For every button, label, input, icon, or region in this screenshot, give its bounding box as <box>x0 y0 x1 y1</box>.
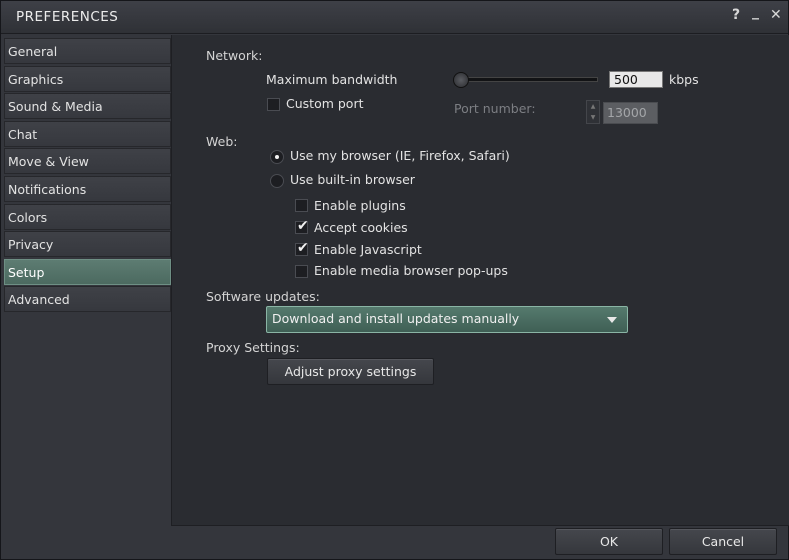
enable-popups-label: Enable media browser pop-ups <box>314 263 508 278</box>
enable-plugins-checkbox[interactable] <box>295 199 308 212</box>
help-icon[interactable]: ? <box>732 7 740 23</box>
radio-my-browser[interactable] <box>270 150 284 164</box>
setup-panel: Network: Maximum bandwidth 500 kbps Cust… <box>171 35 789 526</box>
sidebar-item-colors[interactable]: Colors <box>4 203 171 230</box>
spin-up-icon[interactable]: ▲ <box>587 101 599 112</box>
sidebar-item-move-view[interactable]: Move & View <box>4 148 171 175</box>
preferences-window: PREFERENCES ? _ ✕ General Graphics Sound… <box>0 0 789 560</box>
sidebar-item-chat[interactable]: Chat <box>4 120 171 147</box>
chevron-down-icon <box>607 317 617 323</box>
title-bar[interactable]: PREFERENCES ? _ ✕ <box>1 1 788 34</box>
software-updates-value: Download and install updates manually <box>272 311 520 326</box>
sidebar-item-setup[interactable]: Setup <box>4 258 171 285</box>
port-number-input[interactable]: 13000 <box>603 102 658 124</box>
sidebar-item-notifications[interactable]: Notifications <box>4 175 171 202</box>
proxy-settings-label: Proxy Settings: <box>206 340 300 355</box>
bandwidth-slider-knob[interactable] <box>453 72 469 88</box>
radio-my-browser-label: Use my browser (IE, Firefox, Safari) <box>290 148 510 163</box>
enable-javascript-checkbox[interactable]: ✔ <box>295 240 309 256</box>
adjust-proxy-button[interactable]: Adjust proxy settings <box>267 358 434 385</box>
sidebar: General Graphics Sound & Media Chat Move… <box>4 38 171 314</box>
bandwidth-unit: kbps <box>669 72 699 87</box>
radio-builtin-browser[interactable] <box>270 174 284 188</box>
accept-cookies-label: Accept cookies <box>314 220 408 235</box>
close-icon[interactable]: ✕ <box>770 7 782 23</box>
custom-port-label: Custom port <box>286 96 364 111</box>
enable-javascript-label: Enable Javascript <box>314 242 422 257</box>
sidebar-item-sound-media[interactable]: Sound & Media <box>4 93 171 120</box>
checkmark-icon: ✔ <box>297 240 309 256</box>
accept-cookies-checkbox[interactable]: ✔ <box>295 218 309 234</box>
software-updates-label: Software updates: <box>206 289 320 304</box>
sidebar-item-general[interactable]: General <box>4 38 171 64</box>
sidebar-item-privacy[interactable]: Privacy <box>4 231 171 258</box>
custom-port-checkbox[interactable] <box>267 98 280 111</box>
web-section-label: Web: <box>206 134 238 149</box>
sidebar-item-advanced[interactable]: Advanced <box>4 286 171 313</box>
cancel-button[interactable]: Cancel <box>669 528 777 555</box>
port-number-spinner[interactable]: ▲ ▼ <box>586 100 600 124</box>
window-title: PREFERENCES <box>16 9 119 25</box>
bandwidth-slider-track[interactable] <box>456 77 598 82</box>
checkmark-icon: ✔ <box>297 218 309 234</box>
network-section-label: Network: <box>206 48 263 63</box>
radio-builtin-browser-label: Use built-in browser <box>290 172 415 187</box>
bandwidth-input[interactable]: 500 <box>609 71 663 88</box>
minimize-icon[interactable]: _ <box>752 4 759 20</box>
enable-plugins-label: Enable plugins <box>314 198 406 213</box>
ok-button[interactable]: OK <box>555 528 663 555</box>
spin-down-icon[interactable]: ▼ <box>587 112 599 123</box>
bandwidth-label: Maximum bandwidth <box>266 72 398 87</box>
sidebar-item-graphics[interactable]: Graphics <box>4 65 171 92</box>
enable-popups-checkbox[interactable] <box>295 265 308 278</box>
port-number-label: Port number: <box>454 101 536 116</box>
software-updates-dropdown[interactable]: Download and install updates manually <box>266 306 628 333</box>
